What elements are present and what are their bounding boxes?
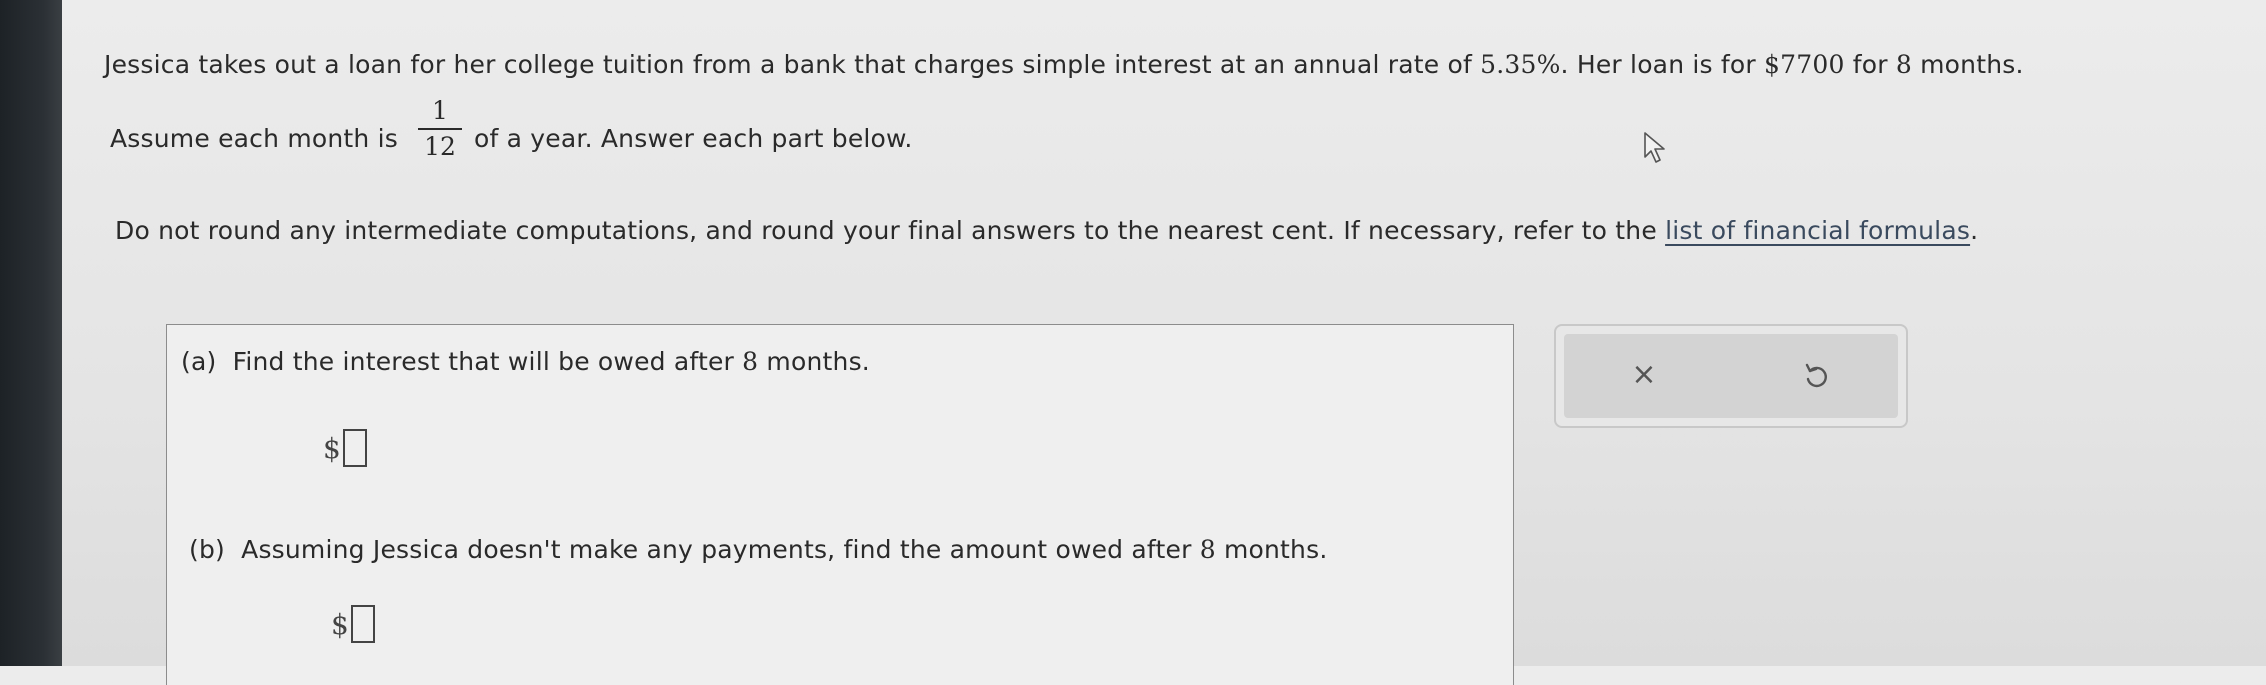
answer-toolbox: × (1554, 324, 1908, 428)
close-icon: × (1631, 356, 1657, 392)
problem-line-2: Assume each month is (110, 124, 398, 153)
problem-text: months. (1911, 50, 2024, 79)
question-box: (a) Find the interest that will be owed … (166, 324, 1514, 685)
undo-button[interactable] (1796, 354, 1836, 394)
mouse-cursor (1644, 132, 1665, 163)
fraction-numerator: 1 (432, 96, 448, 125)
part-b-answer: $ (331, 605, 375, 643)
problem-text: for (1844, 50, 1896, 79)
toolbox-inner (1564, 334, 1898, 418)
part-b-label: (b) (189, 535, 225, 564)
fraction-bar (418, 128, 462, 130)
interest-rate: 5.35% (1480, 50, 1561, 79)
problem-line-1: Jessica takes out a loan for her college… (104, 50, 2024, 79)
part-b-text: months. (1215, 535, 1328, 564)
fraction: 1 12 (416, 96, 464, 162)
part-a-answer: $ (323, 429, 367, 467)
instructions: Do not round any intermediate computatio… (115, 216, 1978, 245)
problem-line-2-end: of a year. Answer each part below. (474, 124, 913, 153)
part-a-text: months. (758, 347, 870, 376)
instructions-text: . (1970, 216, 1979, 245)
problem-text: Jessica takes out a loan for her college… (104, 50, 1481, 79)
dollar-sign: $ (323, 431, 341, 465)
undo-icon (1805, 363, 1827, 388)
part-b-answer-input[interactable] (350, 605, 375, 643)
dollar-sign: $ (331, 607, 349, 641)
monitor-bezel (0, 0, 62, 666)
clear-button[interactable]: × (1624, 354, 1664, 394)
fraction-denominator: 12 (424, 132, 456, 161)
financial-formulas-link[interactable]: list of financial formulas (1665, 216, 1970, 245)
part-b-question: (b) Assuming Jessica doesn't make any pa… (189, 535, 1327, 564)
loan-amount: $7700 (1764, 50, 1845, 79)
problem-text: . Her loan is for (1560, 50, 1765, 79)
part-b-text: Assuming Jessica doesn't make any paymen… (241, 535, 1200, 564)
part-a-answer-input[interactable] (342, 429, 367, 467)
part-a-label: (a) (181, 347, 217, 376)
part-a-question: (a) Find the interest that will be owed … (181, 347, 870, 376)
part-b-months: 8 (1199, 535, 1216, 564)
loan-months: 8 (1895, 50, 1912, 79)
part-a-months: 8 (742, 347, 759, 376)
part-a-text: Find the interest that will be owed afte… (232, 347, 743, 376)
instructions-text: Do not round any intermediate computatio… (115, 216, 1666, 245)
